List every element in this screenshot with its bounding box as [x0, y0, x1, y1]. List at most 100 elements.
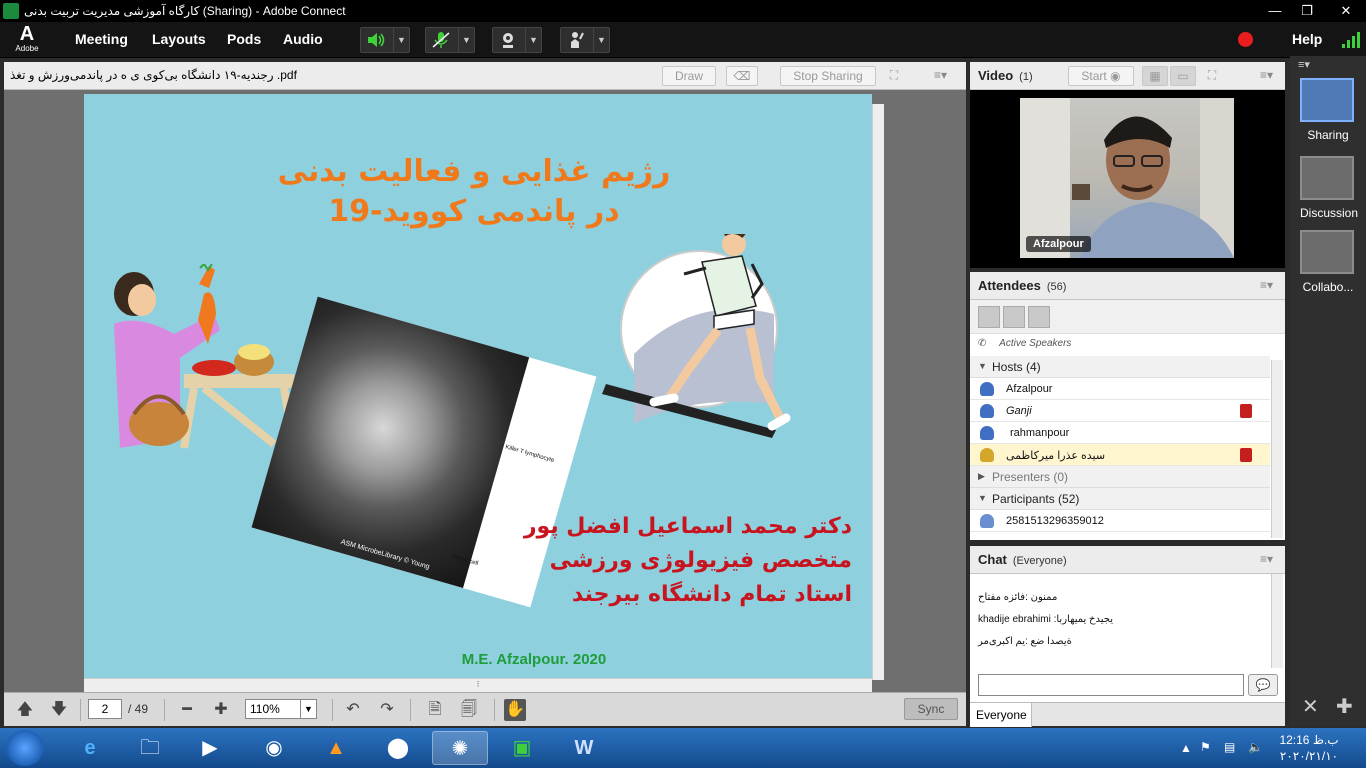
title-bar: کارگاه آموزشی مدیریت تربیت بدنی (Sharing… [0, 0, 1366, 22]
slide-vertical-scrollbar[interactable] [872, 104, 884, 680]
attendee-row[interactable]: Ganji [970, 400, 1270, 422]
firefox-icon[interactable]: ◉ [246, 731, 302, 765]
video-pod-title: Video (1) [978, 68, 1033, 83]
sync-button[interactable]: Sync [904, 698, 958, 720]
flag-icon[interactable]: ⚑ [1200, 740, 1211, 754]
chrome-icon[interactable]: ⬤ [370, 731, 426, 765]
microphone-muted-icon [1240, 448, 1252, 462]
close-button[interactable]: ✕ [1326, 0, 1366, 22]
zoom-out-icon[interactable]: ━ [176, 699, 198, 721]
adobe-connect-taskbar-icon[interactable]: ✺ [432, 731, 488, 765]
layout-collaboration[interactable]: Collabo... [1300, 230, 1356, 294]
previous-page-arrow-icon[interactable]: 🡅 [14, 699, 36, 721]
pod-menu-icon[interactable]: ≡▾ [1260, 68, 1273, 82]
menu-pods[interactable]: Pods [227, 31, 261, 47]
fit-page-icon[interactable]: 🗎 [424, 699, 446, 721]
slide-author-affiliation: استاد تمام دانشگاه بیرجند [571, 582, 852, 607]
internet-explorer-icon[interactable]: e [62, 731, 118, 765]
participants-group-header[interactable]: ▼ Participants (52) [970, 488, 1270, 510]
chat-pod-title: Chat (Everyone) [978, 552, 1067, 567]
fit-width-icon[interactable]: 🗐 [458, 699, 480, 721]
page-number-input[interactable]: 2 [88, 699, 122, 719]
slide-horizontal-scrollbar[interactable]: ⁝ [84, 678, 872, 692]
layout-discussion[interactable]: Discussion [1300, 156, 1358, 220]
rotate-left-icon[interactable]: ↶ [342, 699, 364, 721]
speaker-control[interactable]: ▼ [360, 27, 410, 53]
slide-title-line1: رژیم غذایی و فعالیت بدنی [277, 154, 671, 189]
network-icon[interactable]: ▤ [1224, 740, 1235, 754]
status-hand-icon[interactable] [565, 31, 587, 49]
maximize-button[interactable]: ❐ [1290, 0, 1324, 22]
draw-button[interactable]: Draw [662, 66, 716, 86]
media-player-icon[interactable]: ▶ [182, 731, 238, 765]
chat-tab-everyone[interactable]: Everyone [970, 703, 1032, 727]
chevron-down-icon[interactable]: ▼ [525, 28, 541, 52]
zoom-in-icon[interactable]: ✚ [210, 699, 232, 721]
recording-indicator-icon[interactable] [1238, 32, 1253, 47]
presenters-group-header[interactable]: ▶ Presenters (0) [970, 466, 1270, 488]
start-button-icon[interactable] [6, 730, 44, 766]
layout-thumbnail [1300, 78, 1354, 122]
webcam-icon[interactable] [497, 31, 519, 49]
breakout-rooms-icon[interactable] [1003, 306, 1025, 328]
layouts-menu-icon[interactable]: ≡▾ [1298, 58, 1310, 71]
pod-menu-icon[interactable]: ≡▾ [1260, 552, 1273, 566]
rotate-right-icon[interactable]: ↷ [376, 699, 398, 721]
list-view-icon[interactable] [978, 306, 1000, 328]
attendees-toolbar [970, 300, 1285, 334]
volume-icon[interactable]: 🔈 [1248, 740, 1263, 754]
layout-thumbnail [1300, 230, 1354, 274]
delete-layout-icon[interactable]: ✕ [1302, 694, 1319, 719]
word-icon[interactable]: W [556, 731, 612, 765]
chat-message-input[interactable] [978, 674, 1244, 696]
pod-menu-icon[interactable]: ≡▾ [1260, 278, 1273, 292]
microphone-control[interactable]: ▼ [425, 27, 475, 53]
filmstrip-view-icon[interactable]: ▭ [1170, 66, 1196, 86]
next-page-arrow-icon[interactable]: 🡇 [48, 699, 70, 721]
host-user-icon [980, 404, 994, 418]
send-message-icon[interactable]: 💬 [1248, 674, 1278, 696]
hand-tool-icon[interactable]: ✋ [504, 699, 526, 721]
video-area: Afzalpour [970, 90, 1285, 268]
chevron-down-icon[interactable]: ▼ [593, 28, 609, 52]
share-pod: رجندیه-۱۹ دانشگاه بی‌کوی ی ه در پاندمی‌و… [4, 62, 966, 726]
show-hidden-icons-icon[interactable]: ▲ [1180, 741, 1192, 755]
video-pod: Video (1) Start ◉ ▦ ▭ ⛶ ≡▾ Afzalpour [970, 62, 1285, 268]
presentation-slide: رژیم غذایی و فعالیت بدنی در پاندمی کووید… [84, 94, 872, 678]
taskbar-clock[interactable]: 12:16 ب.ظ ۲۰۲۰/۲۱/۱۰ [1276, 732, 1342, 764]
chevron-down-icon[interactable]: ▼ [458, 28, 474, 52]
speaker-icon[interactable] [365, 31, 387, 49]
add-layout-icon[interactable]: ✚ [1336, 694, 1353, 719]
webcam-feed[interactable]: Afzalpour [1020, 98, 1234, 258]
fullscreen-icon[interactable]: ⛶ [884, 66, 904, 86]
menu-meeting[interactable]: Meeting [75, 31, 128, 47]
eraser-icon[interactable]: ⌫ [726, 66, 758, 86]
zoom-select[interactable]: 110% ▼ [245, 699, 317, 719]
microphone-muted-icon[interactable] [430, 31, 452, 49]
menu-audio[interactable]: Audio [283, 31, 323, 47]
vlc-icon[interactable]: ▲ [308, 731, 364, 765]
attendee-row[interactable]: Afzalpour [970, 378, 1270, 400]
layout-sharing[interactable]: Sharing [1300, 78, 1356, 142]
file-explorer-icon[interactable]: 🗀 [122, 731, 178, 765]
hosts-group-header[interactable]: ▼ Hosts (4) [970, 356, 1270, 378]
menu-layouts[interactable]: Layouts [152, 31, 206, 47]
raise-hand-control[interactable]: ▼ [560, 27, 610, 53]
stop-sharing-button[interactable]: Stop Sharing [780, 66, 876, 86]
grid-view-icon[interactable]: ▦ [1142, 66, 1168, 86]
attendee-status-icon[interactable] [1028, 306, 1050, 328]
help-menu[interactable]: Help [1292, 31, 1322, 47]
start-video-button[interactable]: Start ◉ [1068, 66, 1134, 86]
chevron-down-icon[interactable]: ▼ [300, 700, 316, 718]
attendee-row[interactable]: 2581513296359012 [970, 510, 1270, 532]
chevron-down-icon[interactable]: ▼ [393, 28, 409, 52]
chat-scrollbar[interactable] [1271, 574, 1283, 668]
pod-menu-icon[interactable]: ≡▾ [934, 68, 947, 82]
minimize-button[interactable]: — [1258, 0, 1292, 22]
connect-app-icon[interactable]: ▣ [494, 731, 550, 765]
attendees-scrollbar[interactable] [1271, 360, 1283, 538]
camera-control[interactable]: ▼ [492, 27, 542, 53]
attendee-row[interactable]: سیده عذرا میرکاظمی [970, 444, 1270, 466]
fullscreen-icon[interactable]: ⛶ [1202, 66, 1222, 86]
attendee-row[interactable]: rahmanpour [970, 422, 1270, 444]
